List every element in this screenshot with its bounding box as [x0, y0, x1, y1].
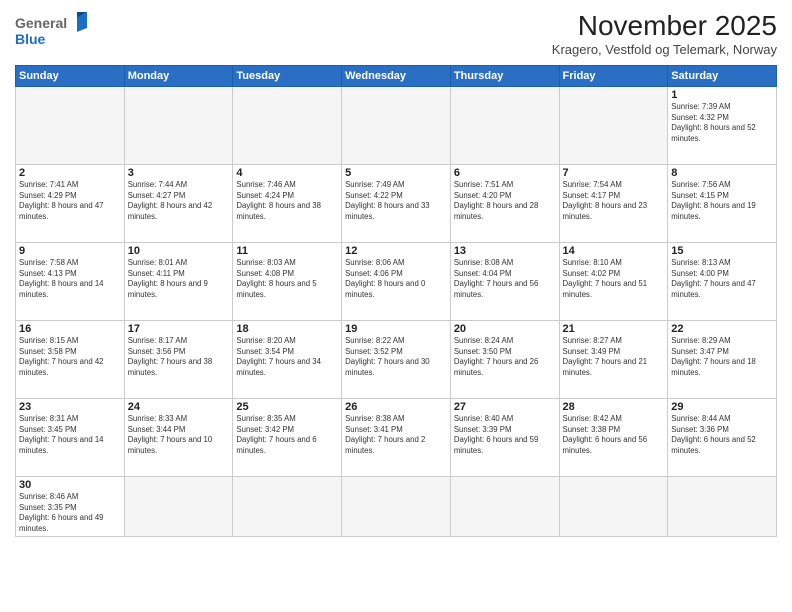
empty-cell	[450, 477, 559, 537]
day-20: 20 Sunrise: 8:24 AM Sunset: 3:50 PM Dayl…	[450, 321, 559, 399]
day-7: 7 Sunrise: 7:54 AM Sunset: 4:17 PM Dayli…	[559, 165, 668, 243]
header-monday: Monday	[124, 66, 233, 87]
title-block: November 2025 Kragero, Vestfold og Telem…	[552, 10, 777, 57]
week-row-2: 2 Sunrise: 7:41 AM Sunset: 4:29 PM Dayli…	[16, 165, 777, 243]
header-sunday: Sunday	[16, 66, 125, 87]
day-4: 4 Sunrise: 7:46 AM Sunset: 4:24 PM Dayli…	[233, 165, 342, 243]
day-21: 21 Sunrise: 8:27 AM Sunset: 3:49 PM Dayl…	[559, 321, 668, 399]
header-thursday: Thursday	[450, 66, 559, 87]
empty-cell	[342, 87, 451, 165]
location-subtitle: Kragero, Vestfold og Telemark, Norway	[552, 42, 777, 57]
week-row-5: 23 Sunrise: 8:31 AM Sunset: 3:45 PM Dayl…	[16, 399, 777, 477]
day-10: 10 Sunrise: 8:01 AM Sunset: 4:11 PM Dayl…	[124, 243, 233, 321]
header-saturday: Saturday	[668, 66, 777, 87]
empty-cell	[342, 477, 451, 537]
page-header: General Blue November 2025 Kragero, Vest…	[15, 10, 777, 57]
day-25: 25 Sunrise: 8:35 AM Sunset: 3:42 PM Dayl…	[233, 399, 342, 477]
week-row-4: 16 Sunrise: 8:15 AM Sunset: 3:58 PM Dayl…	[16, 321, 777, 399]
day-12: 12 Sunrise: 8:06 AM Sunset: 4:06 PM Dayl…	[342, 243, 451, 321]
day-22: 22 Sunrise: 8:29 AM Sunset: 3:47 PM Dayl…	[668, 321, 777, 399]
day-11: 11 Sunrise: 8:03 AM Sunset: 4:08 PM Dayl…	[233, 243, 342, 321]
day-23: 23 Sunrise: 8:31 AM Sunset: 3:45 PM Dayl…	[16, 399, 125, 477]
header-tuesday: Tuesday	[233, 66, 342, 87]
month-title: November 2025	[552, 10, 777, 42]
empty-cell	[16, 87, 125, 165]
week-row-1: 1 Sunrise: 7:39 AM Sunset: 4:32 PM Dayli…	[16, 87, 777, 165]
day-16: 16 Sunrise: 8:15 AM Sunset: 3:58 PM Dayl…	[16, 321, 125, 399]
empty-cell	[559, 87, 668, 165]
empty-cell	[233, 87, 342, 165]
day-9: 9 Sunrise: 7:58 AM Sunset: 4:13 PM Dayli…	[16, 243, 125, 321]
empty-cell	[450, 87, 559, 165]
day-26: 26 Sunrise: 8:38 AM Sunset: 3:41 PM Dayl…	[342, 399, 451, 477]
day-30: 30 Sunrise: 8:46 AM Sunset: 3:35 PM Dayl…	[16, 477, 125, 537]
week-row-3: 9 Sunrise: 7:58 AM Sunset: 4:13 PM Dayli…	[16, 243, 777, 321]
day-18: 18 Sunrise: 8:20 AM Sunset: 3:54 PM Dayl…	[233, 321, 342, 399]
day-1: 1 Sunrise: 7:39 AM Sunset: 4:32 PM Dayli…	[668, 87, 777, 165]
svg-text:General: General	[15, 15, 67, 31]
day-28: 28 Sunrise: 8:42 AM Sunset: 3:38 PM Dayl…	[559, 399, 668, 477]
day-29: 29 Sunrise: 8:44 AM Sunset: 3:36 PM Dayl…	[668, 399, 777, 477]
calendar-table: Sunday Monday Tuesday Wednesday Thursday…	[15, 65, 777, 537]
day-14: 14 Sunrise: 8:10 AM Sunset: 4:02 PM Dayl…	[559, 243, 668, 321]
day-3: 3 Sunrise: 7:44 AM Sunset: 4:27 PM Dayli…	[124, 165, 233, 243]
day-2: 2 Sunrise: 7:41 AM Sunset: 4:29 PM Dayli…	[16, 165, 125, 243]
day-17: 17 Sunrise: 8:17 AM Sunset: 3:56 PM Dayl…	[124, 321, 233, 399]
empty-cell	[124, 87, 233, 165]
day-6: 6 Sunrise: 7:51 AM Sunset: 4:20 PM Dayli…	[450, 165, 559, 243]
logo: General Blue	[15, 10, 95, 52]
day-8: 8 Sunrise: 7:56 AM Sunset: 4:15 PM Dayli…	[668, 165, 777, 243]
day-15: 15 Sunrise: 8:13 AM Sunset: 4:00 PM Dayl…	[668, 243, 777, 321]
svg-text:Blue: Blue	[15, 31, 46, 47]
empty-cell	[233, 477, 342, 537]
empty-cell	[668, 477, 777, 537]
logo-icon: General Blue	[15, 10, 95, 52]
day-13: 13 Sunrise: 8:08 AM Sunset: 4:04 PM Dayl…	[450, 243, 559, 321]
day-5: 5 Sunrise: 7:49 AM Sunset: 4:22 PM Dayli…	[342, 165, 451, 243]
empty-cell	[559, 477, 668, 537]
day-24: 24 Sunrise: 8:33 AM Sunset: 3:44 PM Dayl…	[124, 399, 233, 477]
weekday-header-row: Sunday Monday Tuesday Wednesday Thursday…	[16, 66, 777, 87]
day-19: 19 Sunrise: 8:22 AM Sunset: 3:52 PM Dayl…	[342, 321, 451, 399]
empty-cell	[124, 477, 233, 537]
header-friday: Friday	[559, 66, 668, 87]
week-row-6: 30 Sunrise: 8:46 AM Sunset: 3:35 PM Dayl…	[16, 477, 777, 537]
day-27: 27 Sunrise: 8:40 AM Sunset: 3:39 PM Dayl…	[450, 399, 559, 477]
header-wednesday: Wednesday	[342, 66, 451, 87]
